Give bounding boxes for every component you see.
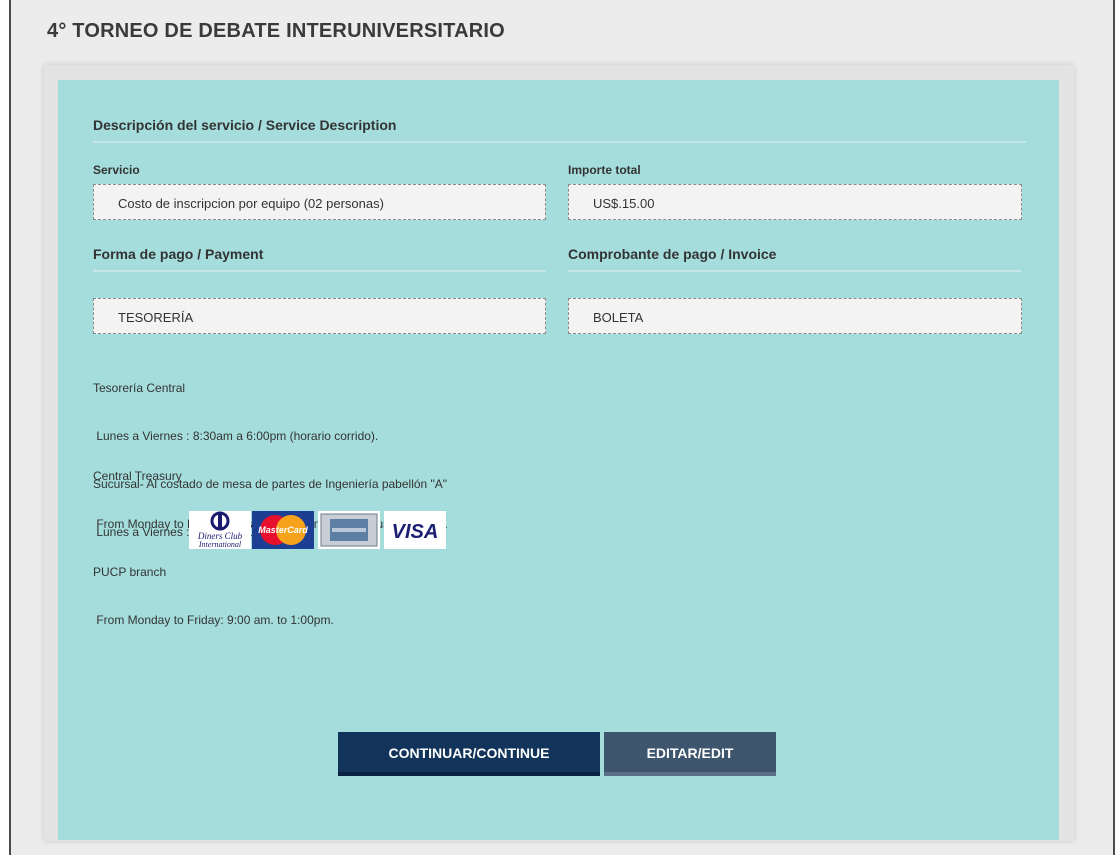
info-line: PUCP branch bbox=[93, 565, 167, 579]
visa-icon: VISA bbox=[384, 511, 446, 549]
page-title: 4° TORNEO DE DEBATE INTERUNIVERSITARIO bbox=[47, 20, 505, 42]
info-line: Tesorería Central bbox=[93, 381, 186, 395]
diners-text-2: International bbox=[198, 540, 242, 549]
payment-method-field[interactable]: TESORERÍA bbox=[93, 298, 546, 334]
invoice-section-title: Comprobante de pago / Invoice bbox=[568, 246, 1021, 272]
info-line: From Monday to Friday: 9:00 am. to 1:00p… bbox=[93, 613, 334, 627]
service-field: Costo de inscripcion por equipo (02 pers… bbox=[93, 184, 546, 220]
info-line: Central Treasury bbox=[93, 469, 182, 483]
service-label: Servicio bbox=[93, 163, 140, 177]
payment-panel: Descripción del servicio / Service Descr… bbox=[58, 80, 1059, 840]
amount-label: Importe total bbox=[568, 163, 641, 177]
amount-field: US$.15.00 bbox=[568, 184, 1022, 220]
continue-button[interactable]: CONTINUAR/CONTINUE bbox=[338, 732, 600, 776]
diners-club-icon: Diners Club International bbox=[189, 511, 251, 549]
payment-section-title: Forma de pago / Payment bbox=[93, 246, 546, 272]
invoice-type-field[interactable]: BOLETA bbox=[568, 298, 1022, 334]
mastercard-icon: MasterCard bbox=[252, 511, 314, 549]
visa-text: VISA bbox=[392, 521, 439, 543]
mastercard-text: MasterCard bbox=[258, 525, 308, 535]
american-express-icon bbox=[318, 511, 380, 549]
edit-button[interactable]: EDITAR/EDIT bbox=[604, 732, 776, 776]
page-frame: 4° TORNEO DE DEBATE INTERUNIVERSITARIO D… bbox=[9, 0, 1115, 855]
service-section-title: Descripción del servicio / Service Descr… bbox=[93, 117, 1026, 143]
